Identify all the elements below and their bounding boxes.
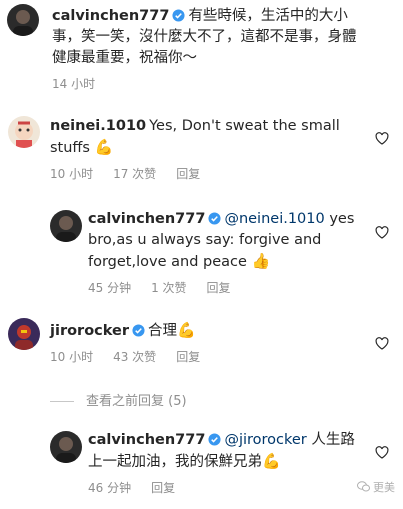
comment-time: 10 小时 xyxy=(50,167,94,181)
comment-text: calvinchen777 @neinei.1010 yes bro,as u a… xyxy=(88,209,369,273)
avatar[interactable] xyxy=(8,318,40,350)
watermark: 更美 xyxy=(356,479,395,495)
comment-meta: 14 小时 xyxy=(52,75,369,92)
comment-meta: 45 分钟 1 次赞 回复 xyxy=(88,279,369,296)
comment-meta: 10 小时 17 次赞 回复 xyxy=(50,165,369,182)
heart-icon[interactable] xyxy=(375,226,389,239)
reply-button[interactable]: 回复 xyxy=(176,167,200,181)
avatar[interactable] xyxy=(7,4,39,36)
heart-icon[interactable] xyxy=(375,132,389,145)
like-count[interactable]: 17 次赞 xyxy=(113,167,156,181)
comment-username[interactable]: neinei.1010 xyxy=(50,118,146,134)
comment-body: 合理 xyxy=(148,323,177,339)
heart-icon[interactable] xyxy=(375,337,389,350)
comment-text: neinei.1010 Yes, Don't sweat the small st… xyxy=(50,116,369,159)
verified-badge-icon xyxy=(132,324,145,337)
like-count[interactable]: 1 次赞 xyxy=(151,281,186,295)
comment-meta: 46 分钟 回复 xyxy=(88,479,369,496)
verified-badge-icon xyxy=(208,212,221,225)
avatar[interactable] xyxy=(8,116,40,148)
avatar[interactable] xyxy=(50,431,82,463)
verified-badge-icon xyxy=(172,9,185,22)
comment-time: 10 小时 xyxy=(50,350,94,364)
divider-line xyxy=(50,401,74,402)
comment-time: 46 分钟 xyxy=(88,481,132,495)
comment-text: calvinchen777 有些時候，生活中的大小事，笑一笑，沒什麼大不了，這都不… xyxy=(52,6,369,69)
mention-link[interactable]: @neinei.1010 xyxy=(224,211,324,227)
verified-badge-icon xyxy=(208,433,221,446)
flexed-biceps-emoji: 💪 xyxy=(262,452,281,470)
heart-icon[interactable] xyxy=(375,446,389,459)
thumbs-up-emoji: 👍 xyxy=(251,252,271,270)
view-replies-label: 查看之前回复 (5) xyxy=(86,394,187,409)
flexed-biceps-emoji: 💪 xyxy=(94,138,114,156)
comment-time: 14 小时 xyxy=(52,77,96,91)
reply-button[interactable]: 回复 xyxy=(207,281,231,295)
comment-username[interactable]: calvinchen777 xyxy=(88,211,205,227)
comment-time: 45 分钟 xyxy=(88,281,132,295)
comment-text: jirorocker 合理💪 xyxy=(50,320,369,342)
comment-text: calvinchen777 @jirorocker 人生路上一起加油，我的保鮮兄弟… xyxy=(88,430,369,473)
watermark-text: 更美 xyxy=(373,481,395,494)
like-count[interactable]: 43 次赞 xyxy=(113,350,156,364)
reply-button[interactable]: 回复 xyxy=(176,350,200,364)
comment-username[interactable]: calvinchen777 xyxy=(52,8,169,24)
view-previous-replies-button[interactable]: 查看之前回复 (5) xyxy=(50,390,187,409)
wechat-icon xyxy=(356,481,374,494)
avatar[interactable] xyxy=(50,210,82,242)
comment-username[interactable]: jirorocker xyxy=(50,323,129,339)
reply-button[interactable]: 回复 xyxy=(151,481,175,495)
mention-link[interactable]: @jirorocker xyxy=(224,432,306,448)
comment-username[interactable]: calvinchen777 xyxy=(88,432,205,448)
flexed-biceps-emoji: 💪 xyxy=(177,321,196,339)
comment-meta: 10 小时 43 次赞 回复 xyxy=(50,348,369,365)
